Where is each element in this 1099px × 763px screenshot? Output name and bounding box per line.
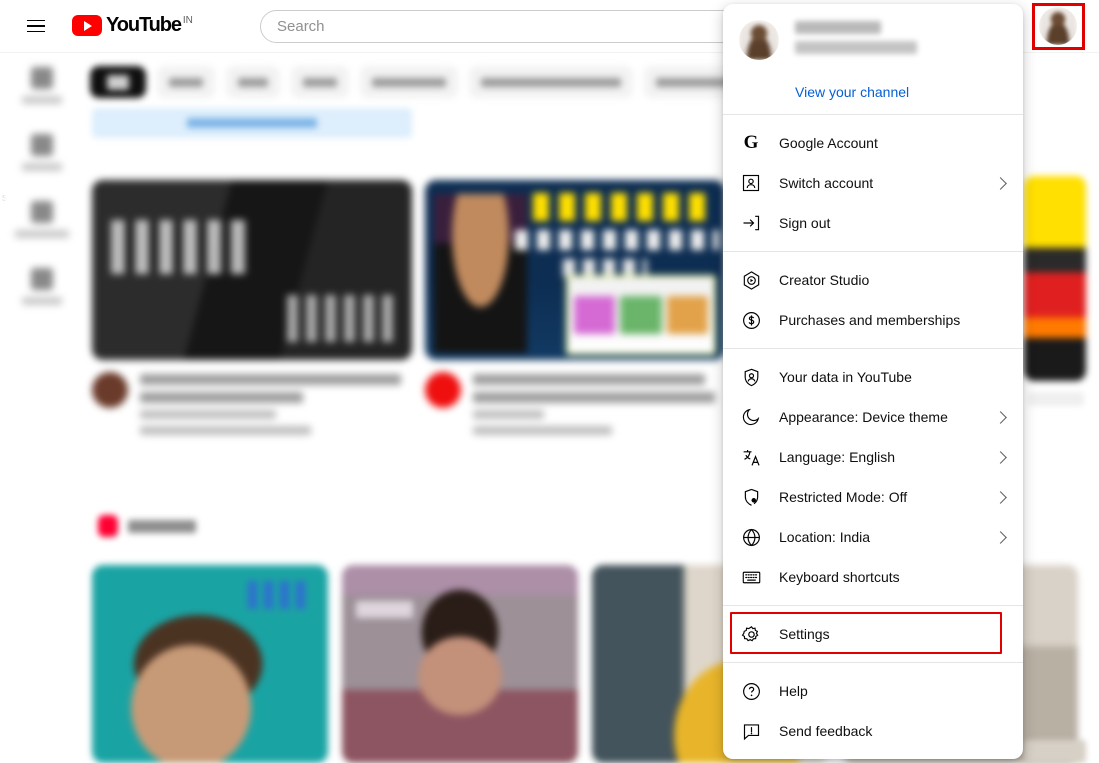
video-title-line bbox=[473, 392, 715, 403]
video-stats-line bbox=[140, 426, 312, 435]
menu-item-your-data-in-youtube[interactable]: Your data in YouTube bbox=[723, 357, 1023, 397]
home-icon bbox=[31, 67, 53, 89]
menu-item-google-account[interactable]: G Google Account bbox=[723, 123, 1023, 163]
menu-item-sign-out[interactable]: Sign out bbox=[723, 203, 1023, 243]
menu-item-settings[interactable]: Settings bbox=[723, 614, 1023, 654]
menu-item-language[interactable]: Language: English bbox=[723, 437, 1023, 477]
channel-avatar[interactable] bbox=[92, 372, 128, 408]
menu-item-purchases-and-memberships[interactable]: Purchases and memberships bbox=[723, 300, 1023, 340]
menu-item-label: Google Account bbox=[779, 135, 878, 151]
account-header bbox=[723, 4, 1023, 70]
shorts-section-header bbox=[98, 515, 196, 537]
video-thumbnail[interactable] bbox=[92, 180, 412, 360]
menu-item-label: Language: English bbox=[779, 449, 895, 465]
shorts-section-title bbox=[128, 519, 196, 533]
search-input[interactable] bbox=[261, 18, 799, 35]
play-icon bbox=[72, 15, 102, 36]
video-thumbnail-partial[interactable] bbox=[1024, 176, 1086, 381]
chevron-right-icon bbox=[994, 176, 1007, 190]
video-card[interactable] bbox=[92, 180, 412, 435]
shorts-icon bbox=[98, 515, 118, 537]
shield-restricted-icon bbox=[739, 485, 763, 509]
avatar bbox=[739, 20, 779, 60]
search-bar[interactable] bbox=[260, 10, 800, 43]
menu-item-restricted-mode[interactable]: Restricted Mode: Off bbox=[723, 477, 1023, 517]
chip-item[interactable] bbox=[360, 66, 458, 98]
globe-icon bbox=[739, 525, 763, 549]
menu-item-keyboard-shortcuts[interactable]: Keyboard shortcuts bbox=[723, 557, 1023, 597]
dollar-circle-icon bbox=[739, 308, 763, 332]
chevron-right-icon bbox=[994, 530, 1007, 544]
menu-item-help[interactable]: Help bbox=[723, 671, 1023, 711]
chip-item[interactable] bbox=[291, 66, 349, 98]
moon-icon bbox=[739, 405, 763, 429]
menu-item-label: Creator Studio bbox=[779, 272, 870, 288]
hamburger-icon[interactable] bbox=[16, 6, 56, 46]
keyboard-icon bbox=[739, 565, 763, 589]
menu-item-label: Appearance: Device theme bbox=[779, 409, 948, 425]
menu-item-label: Purchases and memberships bbox=[779, 312, 961, 328]
video-meta bbox=[425, 372, 725, 435]
menu-item-label: Settings bbox=[779, 626, 830, 642]
video-thumbnail[interactable] bbox=[425, 180, 725, 360]
chip-explore[interactable] bbox=[90, 66, 146, 98]
menu-item-label: Send feedback bbox=[779, 723, 873, 739]
menu-group-studio: Creator Studio Purchases and memberships bbox=[723, 252, 1023, 348]
menu-item-location[interactable]: Location: India bbox=[723, 517, 1023, 557]
youtube-home-page: s bbox=[0, 0, 1099, 763]
menu-item-label: Sign out bbox=[779, 215, 831, 231]
channel-avatar[interactable] bbox=[425, 372, 461, 408]
menu-item-label: Switch account bbox=[779, 175, 874, 191]
menu-item-label: Keyboard shortcuts bbox=[779, 569, 900, 585]
chevron-right-icon bbox=[994, 490, 1007, 504]
video-meta bbox=[92, 372, 412, 435]
switch-account-icon bbox=[739, 171, 763, 195]
chevron-right-icon bbox=[994, 410, 1007, 424]
video-title-line bbox=[140, 374, 402, 385]
gear-icon bbox=[739, 622, 763, 646]
menu-item-appearance[interactable]: Appearance: Device theme bbox=[723, 397, 1023, 437]
video-stats-line bbox=[473, 426, 612, 435]
menu-item-label: Location: India bbox=[779, 529, 871, 545]
chip-item[interactable] bbox=[469, 66, 633, 98]
sidebar-item-label bbox=[22, 96, 62, 104]
channel-name-line bbox=[473, 410, 544, 419]
help-circle-icon bbox=[739, 679, 763, 703]
chevron-right-icon bbox=[994, 450, 1007, 464]
video-meta-partial bbox=[1028, 392, 1084, 406]
video-card[interactable] bbox=[425, 180, 725, 435]
chip-item[interactable] bbox=[226, 66, 280, 98]
creator-studio-icon bbox=[739, 268, 763, 292]
logo-text: YouTube bbox=[106, 14, 182, 36]
menu-group-help: Help Send feedback bbox=[723, 663, 1023, 759]
chip-item[interactable] bbox=[157, 66, 215, 98]
account-name bbox=[795, 21, 881, 34]
avatar[interactable] bbox=[1039, 7, 1077, 45]
menu-item-send-feedback[interactable]: Send feedback bbox=[723, 711, 1023, 751]
translate-icon bbox=[739, 445, 763, 469]
shield-person-icon bbox=[739, 365, 763, 389]
logo-country-code: IN bbox=[182, 15, 193, 26]
menu-group-settings: Settings bbox=[723, 606, 1023, 662]
menu-group-preferences: Your data in YouTube Appearance: Device … bbox=[723, 349, 1023, 605]
menu-item-creator-studio[interactable]: Creator Studio bbox=[723, 260, 1023, 300]
google-g-icon: G bbox=[743, 132, 759, 153]
video-title-line bbox=[473, 374, 705, 385]
info-banner[interactable] bbox=[92, 108, 412, 138]
account-dropdown-menu: View your channel G Google Account Switc… bbox=[723, 4, 1023, 759]
sign-out-icon bbox=[739, 211, 763, 235]
account-handle bbox=[795, 41, 917, 54]
menu-item-label: Help bbox=[779, 683, 808, 699]
video-title-line bbox=[140, 392, 304, 403]
menu-item-label: Restricted Mode: Off bbox=[779, 489, 908, 505]
menu-group-account: G Google Account Switch account Sign out bbox=[723, 115, 1023, 251]
sidebar-item-home[interactable] bbox=[5, 53, 79, 104]
youtube-logo[interactable]: YouTube IN bbox=[72, 6, 193, 46]
menu-item-switch-account[interactable]: Switch account bbox=[723, 163, 1023, 203]
shorts-thumbnail-partial[interactable] bbox=[1024, 740, 1086, 763]
menu-item-label: Your data in YouTube bbox=[779, 369, 912, 385]
view-your-channel-link[interactable]: View your channel bbox=[723, 70, 1023, 114]
channel-name-line bbox=[140, 410, 276, 419]
feedback-icon bbox=[739, 719, 763, 743]
